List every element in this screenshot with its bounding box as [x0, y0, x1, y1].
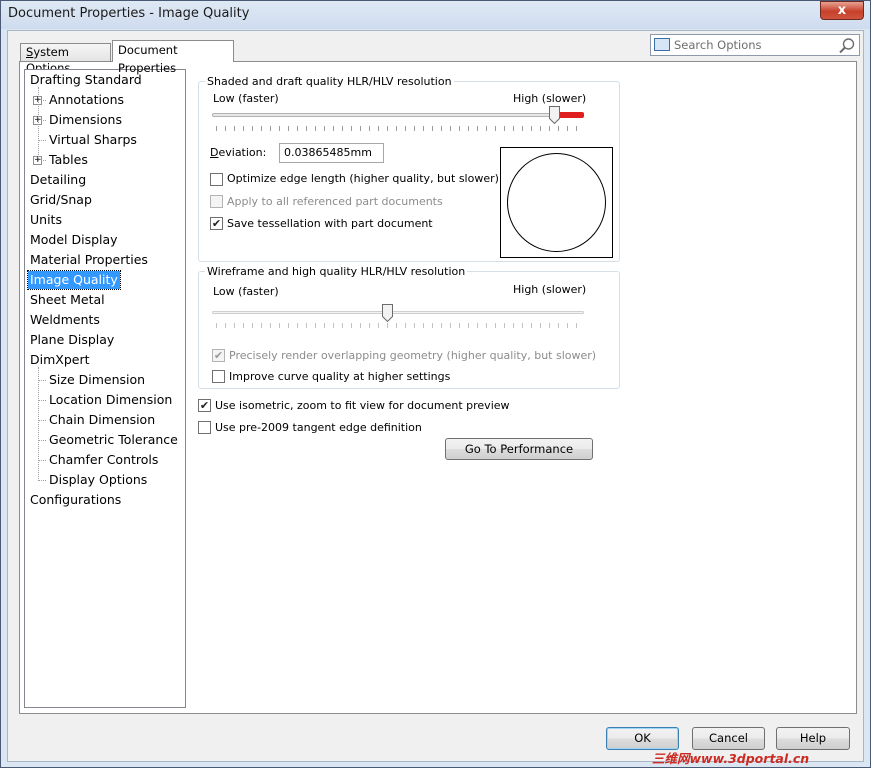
tree-item-material-properties[interactable]: Material Properties [28, 251, 150, 269]
shaded-slider-thumb[interactable] [549, 106, 561, 124]
tree-item-plane-display[interactable]: Plane Display [28, 331, 116, 349]
tree-item-chamfer-controls[interactable]: Chamfer Controls [47, 451, 160, 469]
circle-preview-image [507, 153, 606, 252]
wireframe-group-title: Wireframe and high quality HLR/HLV resol… [205, 265, 468, 278]
tree-connector [38, 400, 46, 401]
isometric-checkbox[interactable]: ✔ [198, 399, 211, 412]
optimize-edge-label: Optimize edge length (higher quality, bu… [227, 172, 499, 185]
tab-document-properties[interactable]: Document Properties [112, 40, 234, 75]
tree-connector-vertical [38, 87, 39, 161]
shaded-low-label: Low (faster) [213, 92, 279, 105]
tree-item-units[interactable]: Units [28, 211, 64, 229]
tree-connector [38, 440, 46, 441]
tree-connector [38, 380, 46, 381]
help-button[interactable]: Help [776, 727, 850, 750]
wireframe-slider-ticks [216, 323, 584, 328]
isometric-label: Use isometric, zoom to fit view for docu… [215, 399, 510, 412]
cancel-button[interactable]: Cancel [692, 727, 765, 750]
tab-system-options[interactable]: System Options [20, 43, 111, 75]
tab-document-properties-label: Document Properties [118, 43, 178, 75]
tree-item-image-quality[interactable]: Image Quality [27, 270, 121, 290]
options-list-icon [654, 38, 670, 51]
go-to-performance-button[interactable]: Go To Performance [445, 438, 593, 460]
tree-item-detailing[interactable]: Detailing [28, 171, 88, 189]
checkmark-icon: ✔ [211, 217, 222, 230]
tree-connector [38, 460, 46, 461]
deviation-label: Deviation: [210, 146, 267, 159]
save-tessellation-checkbox[interactable]: ✔ [210, 217, 223, 230]
tree-connector [38, 140, 46, 141]
precise-render-label: Precisely render overlapping geometry (h… [229, 349, 597, 362]
shaded-slider-track[interactable] [212, 113, 584, 117]
tree-item-configurations[interactable]: Configurations [28, 491, 123, 509]
deviation-field[interactable]: 0.03865485mm [279, 143, 384, 163]
save-tessellation-label: Save tessellation with part document [227, 217, 433, 230]
tree-item-grid-snap[interactable]: Grid/Snap [28, 191, 94, 209]
wireframe-slider-track[interactable] [212, 311, 584, 314]
tree-item-display-options[interactable]: Display Options [47, 471, 149, 489]
checkmark-icon: ✔ [199, 399, 210, 412]
wireframe-slider-thumb[interactable] [381, 304, 393, 322]
tree-item-chain-dimension[interactable]: Chain Dimension [47, 411, 157, 429]
tree-item-annotations[interactable]: Annotations [47, 91, 126, 109]
wireframe-high-label: High (slower) [513, 283, 587, 296]
tree-connector [38, 480, 46, 481]
precise-render-checkbox[interactable]: ✔ [212, 349, 225, 362]
apply-all-checkbox[interactable] [210, 195, 223, 208]
tree-item-dimensions[interactable]: Dimensions [47, 111, 124, 129]
improve-curve-checkbox[interactable] [212, 370, 225, 383]
tree-item-size-dimension[interactable]: Size Dimension [47, 371, 147, 389]
close-button[interactable]: x [820, 1, 864, 20]
pre2009-checkbox[interactable] [198, 421, 211, 434]
tree-item-weldments[interactable]: Weldments [28, 311, 102, 329]
pre2009-label: Use pre-2009 tangent edge definition [215, 421, 422, 434]
shaded-group-title: Shaded and draft quality HLR/HLV resolut… [205, 75, 454, 88]
tree-item-sheet-metal[interactable]: Sheet Metal [28, 291, 107, 309]
tree-item-tables[interactable]: Tables [47, 151, 90, 169]
apply-all-label: Apply to all referenced part documents [227, 195, 443, 208]
ok-button[interactable]: OK [606, 727, 679, 750]
shaded-high-label: High (slower) [513, 92, 587, 105]
tree-item-location-dimension[interactable]: Location Dimension [47, 391, 174, 409]
wireframe-low-label: Low (faster) [213, 285, 279, 298]
improve-curve-label: Improve curve quality at higher settings [229, 370, 451, 383]
checkmark-icon: ✔ [213, 349, 224, 362]
tree-item-geometric-tolerance[interactable]: Geometric Tolerance [47, 431, 180, 449]
tree-connector [38, 420, 46, 421]
tree-connector-vertical [38, 367, 39, 481]
magnifier-icon[interactable] [838, 37, 856, 55]
optimize-edge-checkbox[interactable] [210, 173, 223, 186]
search-placeholder: Search Options [674, 38, 762, 52]
tree-item-virtual-sharps[interactable]: Virtual Sharps [47, 131, 139, 149]
window-title: Document Properties - Image Quality [8, 6, 250, 21]
watermark-text: 三维网www.3dportal.cn [652, 751, 810, 766]
tree-item-model-display[interactable]: Model Display [28, 231, 120, 249]
preview-box [500, 147, 613, 258]
shaded-slider-ticks [216, 126, 584, 131]
